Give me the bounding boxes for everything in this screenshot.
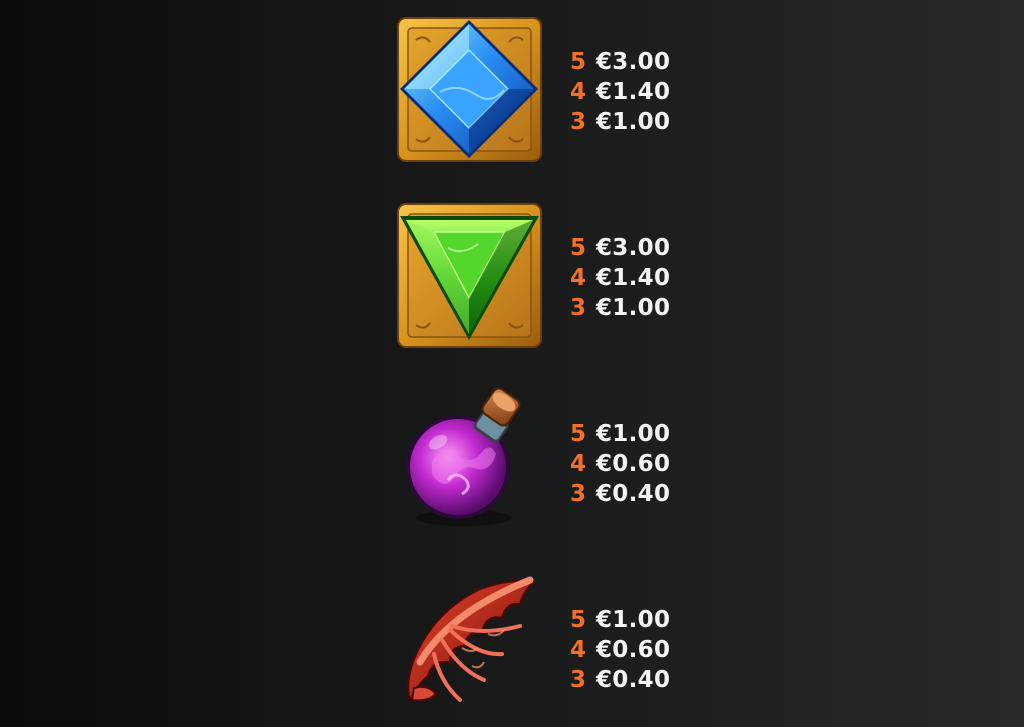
- payout-line: 5 €1.00: [570, 419, 670, 449]
- symbol-count: 4: [570, 451, 587, 477]
- payout-amount: €1.00: [596, 109, 671, 135]
- payout-list: 5 €1.00 4 €0.60 3 €0.40: [570, 419, 670, 509]
- red-dragon-wing-icon: [392, 570, 547, 725]
- payout-amount: €3.00: [596, 49, 671, 75]
- symbol-count: 3: [570, 295, 587, 321]
- symbol-count: 4: [570, 265, 587, 291]
- paytable-row-green-gem: 5 €3.00 4 €1.40 3 €1.00: [0, 198, 1024, 348]
- symbol-count: 5: [570, 235, 587, 261]
- payout-line: 5 €3.00: [570, 233, 670, 263]
- payout-line: 3 €0.40: [570, 479, 670, 509]
- payout-line: 3 €1.00: [570, 107, 670, 137]
- symbol-count: 5: [570, 421, 587, 447]
- payout-amount: €0.60: [596, 637, 671, 663]
- blue-diamond-gem-icon: [392, 12, 547, 167]
- pink-potion-bottle-icon: [392, 384, 547, 539]
- payout-amount: €0.40: [596, 667, 671, 693]
- payout-amount: €3.00: [596, 235, 671, 261]
- symbol-count: 3: [570, 481, 587, 507]
- payout-amount: €1.40: [596, 265, 671, 291]
- payout-amount: €0.40: [596, 481, 671, 507]
- payout-line: 4 €0.60: [570, 449, 670, 479]
- payout-amount: €1.00: [596, 295, 671, 321]
- paytable-row-blue-gem: 5 €3.00 4 €1.40 3 €1.00: [0, 12, 1024, 162]
- payout-line: 4 €1.40: [570, 77, 670, 107]
- payout-line: 5 €3.00: [570, 47, 670, 77]
- symbol-count: 4: [570, 637, 587, 663]
- symbol-count: 3: [570, 667, 587, 693]
- payout-amount: €1.00: [596, 607, 671, 633]
- payout-line: 5 €1.00: [570, 605, 670, 635]
- payout-list: 5 €3.00 4 €1.40 3 €1.00: [570, 233, 670, 323]
- payout-amount: €1.40: [596, 79, 671, 105]
- payout-list: 5 €1.00 4 €0.60 3 €0.40: [570, 605, 670, 695]
- payout-amount: €0.60: [596, 451, 671, 477]
- payout-amount: €1.00: [596, 421, 671, 447]
- payout-line: 4 €0.60: [570, 635, 670, 665]
- symbol-count: 3: [570, 109, 587, 135]
- payout-line: 3 €1.00: [570, 293, 670, 323]
- green-triangle-gem-icon: [392, 198, 547, 353]
- symbol-count: 4: [570, 79, 587, 105]
- symbol-count: 5: [570, 607, 587, 633]
- payout-line: 4 €1.40: [570, 263, 670, 293]
- payout-line: 3 €0.40: [570, 665, 670, 695]
- payout-list: 5 €3.00 4 €1.40 3 €1.00: [570, 47, 670, 137]
- paytable-row-wing: 5 €1.00 4 €0.60 3 €0.40: [0, 570, 1024, 720]
- paytable-row-potion: 5 €1.00 4 €0.60 3 €0.40: [0, 384, 1024, 534]
- symbol-count: 5: [570, 49, 587, 75]
